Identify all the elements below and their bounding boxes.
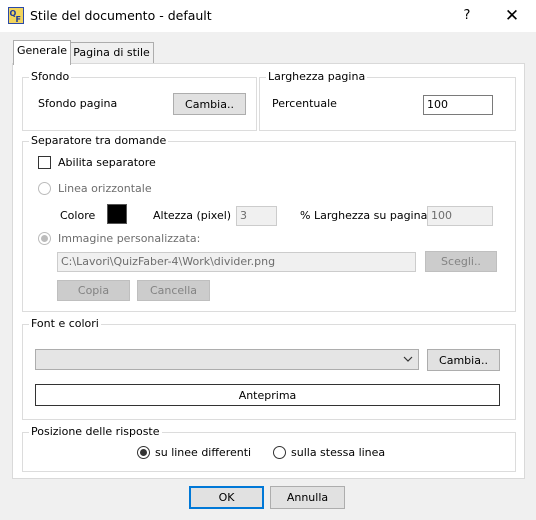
- copia-button[interactable]: Copia: [57, 280, 130, 301]
- larghezza-su-pagina-label: % Larghezza su pagina: [300, 209, 428, 222]
- separator-color-swatch[interactable]: [107, 204, 127, 224]
- colore-label: Colore: [60, 209, 96, 222]
- group-posizione-risposte: Posizione delle risposte su linee differ…: [22, 425, 516, 472]
- tab-pagina-di-stile[interactable]: Pagina di stile: [69, 42, 154, 64]
- group-sfondo-legend: Sfondo: [29, 70, 72, 84]
- immagine-personalizzata-radio[interactable]: [38, 232, 51, 245]
- help-button[interactable]: ?: [452, 0, 482, 32]
- linea-orizzontale-label: Linea orizzontale: [58, 182, 152, 195]
- quizfaber-app-icon: Q F: [8, 7, 24, 24]
- image-path-input[interactable]: C:\Lavori\QuizFaber-4\Work\divider.png: [57, 252, 416, 272]
- su-linee-differenti-radio[interactable]: [137, 446, 150, 459]
- group-larghezza-legend: Larghezza pagina: [266, 70, 368, 84]
- ok-button[interactable]: OK: [189, 486, 264, 509]
- linea-orizzontale-radio[interactable]: [38, 182, 51, 195]
- group-font-colori: Font e colori Cambia.. Anteprima: [22, 317, 516, 420]
- font-combobox[interactable]: [35, 349, 419, 370]
- altezza-label: Altezza (pixel): [153, 209, 232, 222]
- annulla-button[interactable]: Annulla: [270, 486, 345, 509]
- su-linee-differenti-label: su linee differenti: [155, 446, 252, 459]
- scegli-button[interactable]: Scegli..: [425, 251, 497, 272]
- font-change-button[interactable]: Cambia..: [427, 349, 500, 371]
- abilita-separatore-label: Abilita separatore: [58, 156, 156, 169]
- sfondo-change-button[interactable]: Cambia..: [173, 93, 246, 115]
- altezza-input[interactable]: 3: [236, 206, 277, 226]
- group-sfondo: Sfondo Sfondo pagina Cambia..: [22, 70, 257, 131]
- group-separatore-legend: Separatore tra domande: [29, 134, 169, 148]
- radio-selected-dot: [140, 449, 147, 456]
- larghezza-su-pagina-input[interactable]: 100: [427, 206, 493, 226]
- svg-text:F: F: [16, 15, 21, 24]
- window-title: Stile del documento - default: [30, 8, 212, 23]
- sulla-stessa-linea-label: sulla stessa linea: [291, 446, 386, 459]
- page-width-input[interactable]: 100: [423, 95, 493, 115]
- group-font-legend: Font e colori: [29, 317, 101, 331]
- tab-generale[interactable]: Generale: [13, 40, 71, 65]
- radio-selected-dot: [41, 235, 48, 242]
- title-bar: Q F Stile del documento - default ? ✕: [0, 0, 536, 32]
- group-larghezza-pagina: Larghezza pagina Percentuale 100: [259, 70, 516, 131]
- sulla-stessa-linea-radio[interactable]: [273, 446, 286, 459]
- immagine-personalizzata-label: Immagine personalizzata:: [58, 232, 201, 245]
- abilita-separatore-checkbox[interactable]: [38, 156, 51, 169]
- cancella-button[interactable]: Cancella: [137, 280, 210, 301]
- percentuale-label: Percentuale: [272, 97, 337, 110]
- close-icon[interactable]: ✕: [496, 0, 528, 32]
- chevron-down-icon: [403, 356, 413, 362]
- anteprima-button[interactable]: Anteprima: [35, 384, 500, 406]
- tab-panel-generale: Sfondo Sfondo pagina Cambia.. Larghezza …: [12, 63, 525, 479]
- group-separatore: Separatore tra domande Abilita separator…: [22, 134, 516, 312]
- sfondo-pagina-label: Sfondo pagina: [38, 97, 118, 110]
- group-posizione-legend: Posizione delle risposte: [29, 425, 162, 439]
